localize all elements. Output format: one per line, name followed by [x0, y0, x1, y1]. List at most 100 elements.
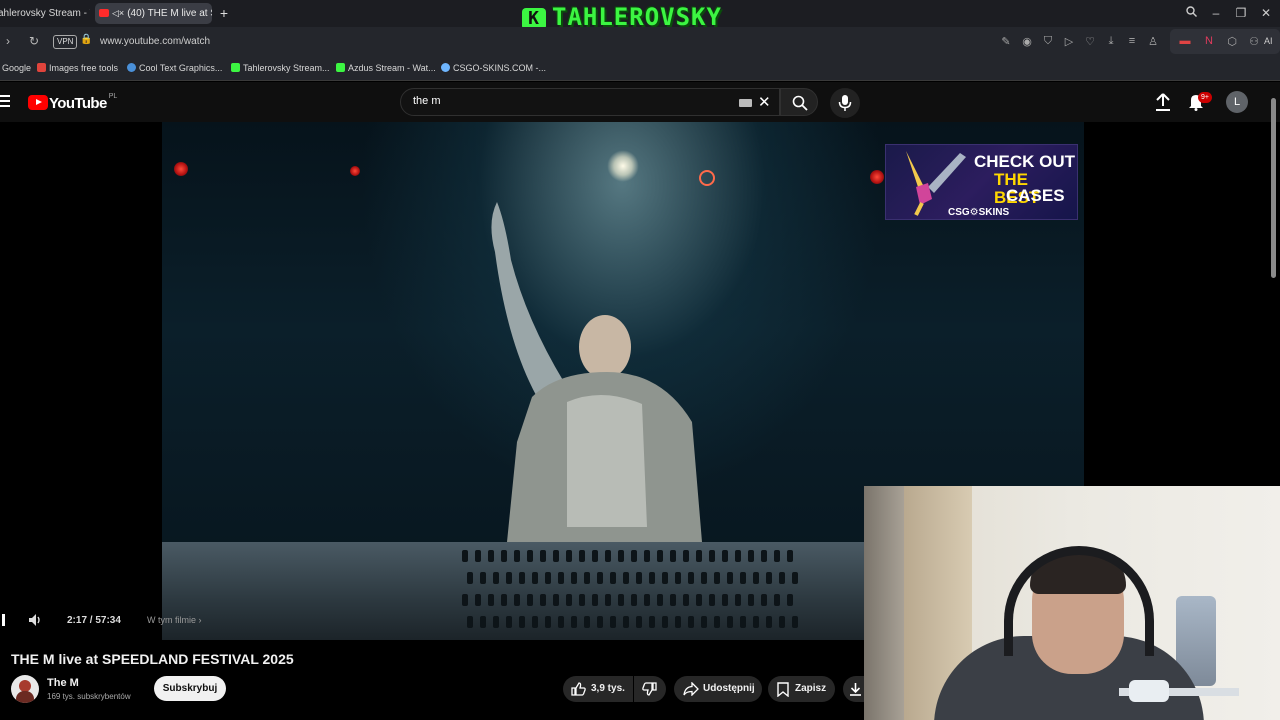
bookmark-label: Cool Text Graphics... — [139, 63, 223, 73]
channel-avatar[interactable] — [11, 675, 39, 703]
keyboard-icon[interactable] — [739, 99, 752, 107]
minimize-icon[interactable]: – — [1208, 6, 1224, 20]
mixer-knob — [605, 550, 611, 562]
extensions-area: ▬ N ⬡ ⚇ AI — [1170, 29, 1280, 54]
mixer-knob — [696, 594, 702, 606]
clear-search-icon[interactable]: ✕ — [758, 93, 771, 111]
bookmark-label: CSGO-SKINS.COM -... — [453, 63, 547, 73]
vpn-badge[interactable]: VPN — [53, 35, 78, 49]
mixer-knob — [709, 594, 715, 606]
mixer-knob — [488, 594, 494, 606]
share-icon — [683, 682, 699, 696]
mixer-knob — [709, 550, 715, 562]
mixer-knob — [610, 572, 616, 584]
mixer-knob — [631, 550, 637, 562]
menu-icon[interactable] — [0, 95, 10, 110]
extension-icon[interactable]: ⚇ — [1247, 35, 1261, 48]
bookmark-google[interactable]: Google — [2, 63, 31, 73]
bookmark-cool-text[interactable]: Cool Text Graphics... — [127, 63, 222, 73]
mixer-knob — [748, 550, 754, 562]
browser-tab-youtube[interactable]: ◁×(40) THE M live at SPE — [95, 3, 212, 24]
mixer-knob — [631, 594, 637, 606]
download-icon[interactable]: ⤓ — [1104, 35, 1118, 48]
bookmark-images-free-tools[interactable]: Images free tools — [37, 63, 118, 73]
bookmark-favicon-icon — [441, 63, 450, 72]
mixer-knob — [592, 550, 598, 562]
bookmark-tahlerovsky[interactable]: Tahlerovsky Stream... — [231, 63, 330, 73]
stage-light — [870, 170, 884, 184]
chapters-label: W tym filmie — [147, 615, 196, 625]
share-button[interactable]: Udostępnij — [674, 676, 762, 702]
mixer-knob — [514, 550, 520, 562]
url-field[interactable]: www.youtube.com/watch — [100, 36, 210, 47]
bookmark-csgo-skins[interactable]: CSGO-SKINS.COM -... — [441, 63, 546, 73]
extension-icon[interactable]: ⬡ — [1225, 35, 1239, 48]
shield-icon[interactable]: ⛉ — [1041, 35, 1055, 48]
like-count: 3,9 tys. — [591, 683, 625, 694]
mixer-knob — [683, 550, 689, 562]
ai-button[interactable]: AI — [1264, 36, 1273, 46]
extension-icon[interactable]: ▬ — [1178, 35, 1192, 47]
restore-icon[interactable]: ❐ — [1233, 6, 1249, 20]
mixer-knob — [701, 572, 707, 584]
ad-brand: CSG⚙SKINS — [948, 207, 1010, 218]
mixer-knob — [579, 550, 585, 562]
camera-icon[interactable]: ◉ — [1020, 35, 1034, 48]
user-avatar[interactable]: L — [1226, 91, 1248, 113]
play-icon[interactable]: ▷ — [1062, 35, 1076, 48]
youtube-header: YouTubePL ✕ 9+ L — [0, 82, 1280, 122]
chapters-button[interactable]: W tym filmie › — [147, 615, 202, 625]
search-icon — [792, 95, 808, 111]
browser-tab-stream[interactable]: ahlerovsky Stream - Wat — [0, 3, 90, 24]
dislike-button[interactable] — [634, 676, 666, 702]
profile-icon[interactable]: ♙ — [1146, 35, 1160, 48]
mixer-knob — [670, 550, 676, 562]
pause-icon[interactable] — [2, 614, 5, 626]
mixer-knob — [480, 572, 486, 584]
voice-search-button[interactable] — [830, 88, 860, 118]
bookmark-label: Images free tools — [49, 63, 119, 73]
volume-icon[interactable] — [27, 612, 43, 628]
tab-label: ahlerovsky Stream - Wat — [0, 8, 90, 19]
youtube-wordmark: YouTube — [49, 95, 107, 112]
mixer-knob — [766, 572, 772, 584]
search-tabs-icon[interactable] — [1183, 6, 1199, 20]
channel-name[interactable]: The M — [47, 677, 79, 689]
mixer-knob — [774, 594, 780, 606]
lock-icon[interactable]: 🔒 — [80, 34, 92, 45]
reload-icon[interactable]: ↻ — [29, 34, 39, 48]
mixer-knob — [636, 572, 642, 584]
heart-icon[interactable]: ♡ — [1083, 35, 1097, 48]
extension-icon[interactable]: N — [1202, 35, 1216, 47]
edit-icon[interactable]: ✎ — [999, 35, 1013, 48]
save-button[interactable]: Zapisz — [768, 676, 835, 702]
youtube-play-icon — [28, 95, 48, 110]
mixer-knob — [618, 550, 624, 562]
scrollbar-thumb[interactable] — [1271, 98, 1276, 278]
youtube-logo[interactable]: YouTube PL — [28, 93, 117, 112]
upload-icon[interactable] — [1155, 93, 1171, 111]
download-button[interactable] — [843, 676, 865, 702]
search-button[interactable] — [780, 88, 818, 116]
subscriber-count: 169 tys. subskrybentów — [47, 692, 131, 701]
thumbs-down-icon — [642, 682, 657, 696]
stage-light — [350, 166, 360, 176]
forward-icon[interactable]: › — [6, 34, 10, 48]
new-tab-button[interactable]: + — [216, 5, 232, 21]
csgo-skins-ad[interactable]: CHECK OUT THE BEST CASES CSG⚙SKINS — [885, 144, 1078, 220]
menu-icon[interactable]: ≡ — [1125, 35, 1139, 47]
close-window-icon[interactable]: ✕ — [1258, 6, 1274, 20]
mixer-knob — [740, 572, 746, 584]
mixer-knob — [579, 594, 585, 606]
bookmark-label: Tahlerovsky Stream... — [243, 63, 330, 73]
kick-favicon-icon — [231, 63, 240, 72]
subscribe-button[interactable]: Subskrybuj — [154, 676, 226, 701]
mixer-knob — [787, 550, 793, 562]
mixer-knob — [566, 594, 572, 606]
search-input[interactable] — [413, 95, 713, 107]
mixer-knob — [462, 594, 468, 606]
mixer-knob — [662, 572, 668, 584]
bookmark-azdus[interactable]: Azdus Stream - Wat... — [336, 63, 436, 73]
mixer-knob — [514, 594, 520, 606]
like-button[interactable]: 3,9 tys. — [563, 676, 633, 702]
